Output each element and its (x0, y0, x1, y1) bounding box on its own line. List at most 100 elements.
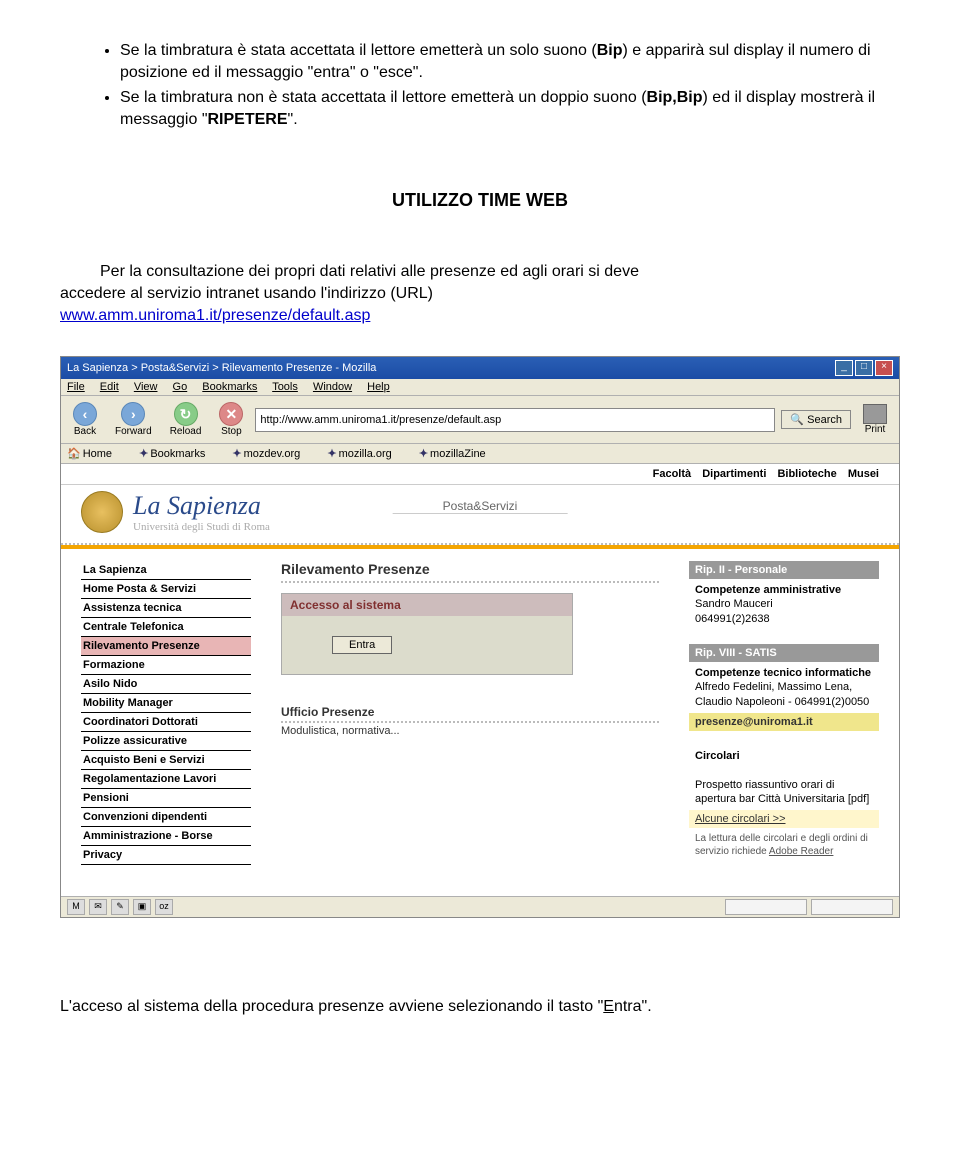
logo-icon (81, 491, 123, 533)
bold-text: RIPETERE (208, 111, 288, 128)
topnav-link[interactable]: Facoltà (653, 468, 692, 480)
sidebar-item[interactable]: Assistenza tecnica (81, 599, 251, 618)
status-icon[interactable]: ✉ (89, 899, 107, 915)
bookmark-item[interactable]: ✦mozilla.org (327, 448, 403, 460)
note-text: La lettura delle circolari e degli ordin… (689, 828, 879, 862)
search-button[interactable]: 🔍 Search (781, 410, 851, 429)
box-text: Sandro Mauceri 064991(2)2638 (695, 598, 773, 624)
status-icon[interactable]: oz (155, 899, 173, 915)
sidebar-item[interactable]: Rilevamento Presenze (81, 637, 251, 656)
bookmark-item[interactable]: ✦mozillaZine (419, 448, 498, 460)
menu-tools[interactable]: Tools (272, 381, 298, 393)
access-box-header: Accesso al sistema (282, 594, 572, 616)
menu-file[interactable]: File (67, 381, 85, 393)
menu-edit[interactable]: Edit (100, 381, 119, 393)
topnav-link[interactable]: Dipartimenti (702, 468, 766, 480)
info-box: Circolari Prospetto riassuntivo orari di… (689, 745, 879, 862)
logo-title: La Sapienza (133, 491, 270, 521)
page-title: Rilevamento Presenze (281, 561, 659, 583)
sidebar-item[interactable]: Pensioni (81, 789, 251, 808)
toolbar: ‹Back ›Forward ↻Reload ✕Stop http://www.… (61, 396, 899, 444)
url-text: http://www.amm.uniroma1.it/presenze/defa… (260, 414, 501, 426)
center-column: Rilevamento Presenze Accesso al sistema … (281, 561, 659, 876)
bookmark-home[interactable]: 🏠Home (67, 448, 124, 460)
footer-paragraph: L'acceso al sistema della procedura pres… (60, 998, 900, 1016)
menu-window[interactable]: Window (313, 381, 352, 393)
sidebar-item[interactable]: Regolamentazione Lavori (81, 770, 251, 789)
text: Se la timbratura non è stata accettata i… (120, 89, 647, 106)
sidebar-item[interactable]: Privacy (81, 846, 251, 865)
text: Per la consultazione dei propri dati rel… (60, 261, 639, 283)
topnav-link[interactable]: Musei (848, 468, 879, 480)
sidebar-item[interactable]: Coordinatori Dottorati (81, 713, 251, 732)
url-input[interactable]: http://www.amm.uniroma1.it/presenze/defa… (255, 408, 775, 432)
sidebar-item[interactable]: Mobility Manager (81, 694, 251, 713)
status-icon[interactable]: ✎ (111, 899, 129, 915)
info-box: Rip. II - Personale Competenze amministr… (689, 561, 879, 630)
info-box: Rip. VIII - SATIS Competenze tecnico inf… (689, 644, 879, 731)
logo-subtitle: Università degli Studi di Roma (133, 521, 270, 533)
forward-button[interactable]: ›Forward (109, 400, 158, 439)
status-icon[interactable]: M (67, 899, 85, 915)
text: L'acceso al sistema della procedura pres… (60, 998, 603, 1015)
bold-text: Bip,Bip (647, 89, 703, 106)
top-nav: Facoltà Dipartimenti Biblioteche Musei (61, 464, 899, 485)
sidebar-item[interactable]: Formazione (81, 656, 251, 675)
bullet-list: Se la timbratura è stata accettata il le… (60, 40, 900, 130)
box-header: Rip. VIII - SATIS (689, 644, 879, 662)
bookmark-item[interactable]: ✦mozdev.org (232, 448, 312, 460)
print-button[interactable]: Print (857, 402, 893, 437)
entra-button[interactable]: Entra (332, 636, 392, 654)
bookmark-item[interactable]: ✦Bookmarks (139, 448, 217, 460)
bookmark-bar: 🏠Home ✦Bookmarks ✦mozdev.org ✦mozilla.or… (61, 444, 899, 464)
back-button[interactable]: ‹Back (67, 400, 103, 439)
box-header: Circolari (695, 750, 740, 762)
box-text: Alfredo Fedelini, Massimo Lena, Claudio … (695, 681, 869, 707)
access-box: Accesso al sistema Entra (281, 593, 573, 675)
box-subtitle: Competenze tecnico informatiche (695, 667, 871, 679)
menu-bookmarks[interactable]: Bookmarks (202, 381, 257, 393)
status-box (811, 899, 893, 915)
logo: La Sapienza Università degli Studi di Ro… (81, 491, 270, 533)
reload-button[interactable]: ↻Reload (164, 400, 208, 439)
subsection-title[interactable]: Ufficio Presenze (281, 705, 659, 723)
stop-icon: ✕ (219, 402, 243, 426)
site-header: La Sapienza Università degli Studi di Ro… (61, 485, 899, 545)
content-row: La SapienzaHome Posta & ServiziAssistenz… (61, 549, 899, 896)
maximize-button[interactable]: □ (855, 360, 873, 376)
menu-go[interactable]: Go (173, 381, 188, 393)
email-highlight[interactable]: presenze@uniroma1.it (689, 713, 879, 731)
menu-help[interactable]: Help (367, 381, 390, 393)
minimize-button[interactable]: _ (835, 360, 853, 376)
adobe-link[interactable]: Adobe Reader (769, 846, 834, 857)
sidebar-item[interactable]: Centrale Telefonica (81, 618, 251, 637)
sidebar-item[interactable]: Asilo Nido (81, 675, 251, 694)
close-button[interactable]: × (875, 360, 893, 376)
more-link[interactable]: Alcune circolari >> (689, 810, 879, 828)
box-header: Rip. II - Personale (689, 561, 879, 579)
sidebar-item[interactable]: Polizze assicurative (81, 732, 251, 751)
sidebar-item[interactable]: Amministrazione - Borse (81, 827, 251, 846)
sidebar-item[interactable]: Acquisto Beni e Servizi (81, 751, 251, 770)
box-text: Prospetto riassuntivo orari di apertura … (695, 779, 869, 805)
bullet-item: Se la timbratura non è stata accettata i… (120, 87, 900, 130)
stop-button[interactable]: ✕Stop (213, 400, 249, 439)
bold-text: Bip (597, 42, 623, 59)
topnav-link[interactable]: Biblioteche (777, 468, 836, 480)
menu-view[interactable]: View (134, 381, 158, 393)
print-icon (863, 404, 887, 424)
statusbar: M ✉ ✎ ▣ oz (61, 896, 899, 917)
subsection-desc: Modulistica, normativa... (281, 725, 659, 737)
sidebar: La SapienzaHome Posta & ServiziAssistenz… (81, 561, 251, 876)
sidebar-item[interactable]: Convenzioni dipendenti (81, 808, 251, 827)
sidebar-item[interactable]: Home Posta & Servizi (81, 580, 251, 599)
section-title: UTILIZZO TIME WEB (60, 190, 900, 211)
bullet-item: Se la timbratura è stata accettata il le… (120, 40, 900, 83)
url-link[interactable]: www.amm.uniroma1.it/presenze/default.asp (60, 307, 370, 324)
underlined-letter: E (603, 998, 614, 1015)
reload-icon: ↻ (174, 402, 198, 426)
box-subtitle: Competenze amministrative (695, 584, 841, 596)
forward-icon: › (121, 402, 145, 426)
status-icon[interactable]: ▣ (133, 899, 151, 915)
sidebar-item[interactable]: La Sapienza (81, 561, 251, 580)
